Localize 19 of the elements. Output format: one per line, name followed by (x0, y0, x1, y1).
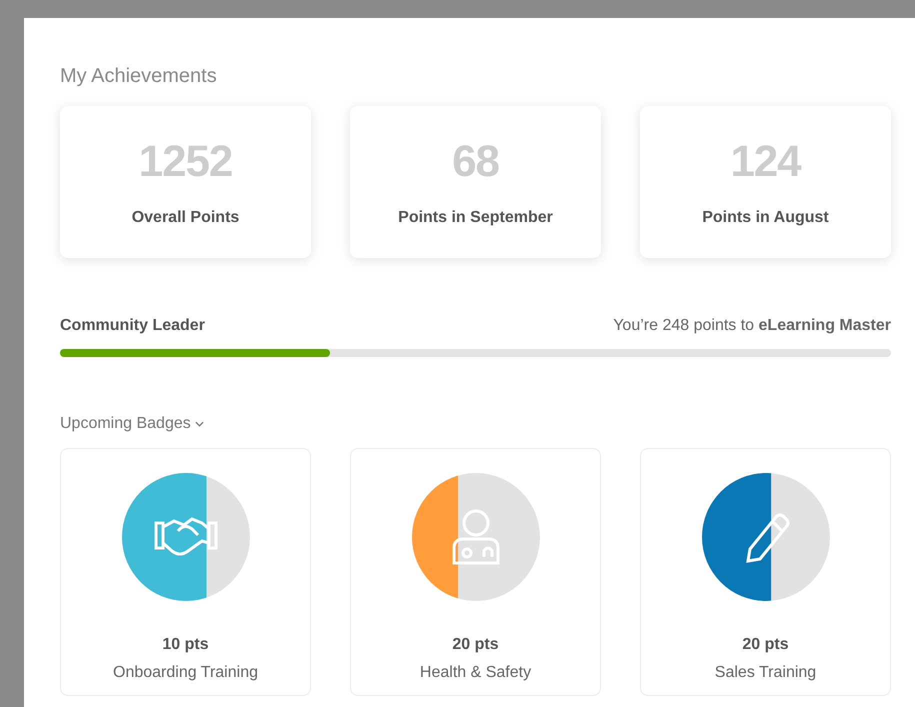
doctor-icon (452, 510, 499, 564)
stat-label: Overall Points (132, 208, 240, 228)
current-level: Community Leader (60, 316, 205, 336)
handshake-icon (154, 518, 217, 556)
badge-points: 10 pts (162, 635, 209, 655)
stat-label: Points in August (702, 208, 829, 228)
stat-label: Points in September (398, 208, 553, 228)
badge-name: Sales Training (714, 663, 816, 683)
badge-card[interactable]: 10 pts Onboarding Training (60, 448, 311, 696)
badge-name: Health & Safety (420, 663, 532, 683)
badge-name: Onboarding Training (113, 663, 258, 683)
pencil-icon (746, 514, 789, 562)
badge-points: 20 pts (742, 635, 789, 655)
upcoming-badges-toggle[interactable]: Upcoming Badges (60, 412, 204, 436)
section-title: My Achievements (60, 66, 218, 86)
badge-card[interactable]: 20 pts Health & Safety (350, 448, 601, 696)
next-level-text: You’re 248 points to eLearning Master (613, 316, 891, 336)
badge-points: 20 pts (452, 635, 499, 655)
badge-card[interactable]: 20 pts Sales Training (640, 448, 891, 696)
